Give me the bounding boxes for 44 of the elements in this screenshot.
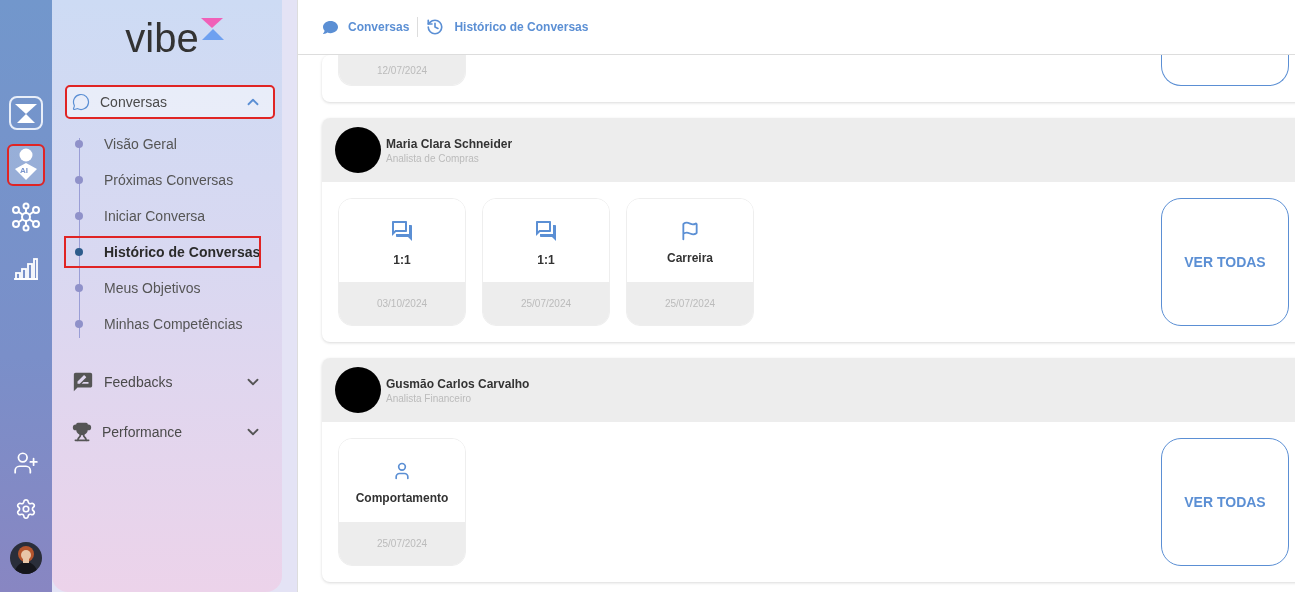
- submenu-item[interactable]: Histórico de Conversas: [104, 244, 261, 260]
- avatar: [335, 127, 381, 173]
- network-icon: [11, 202, 41, 232]
- view-all-button[interactable]: VER TODAS: [1161, 438, 1289, 566]
- add-user-icon[interactable]: [13, 450, 39, 476]
- submenu-item[interactable]: Visão Geral: [104, 136, 177, 152]
- flag-icon: [680, 220, 700, 241]
- person-name: Gusmão Carlos Carvalho: [386, 376, 530, 391]
- conversation-type: Carreira: [667, 250, 713, 265]
- submenu-item[interactable]: Meus Objetivos: [104, 280, 201, 296]
- person-icon: [392, 460, 412, 481]
- history-icon: [426, 18, 445, 36]
- menu-group-label: Feedbacks: [104, 374, 174, 390]
- conversation-type: 1:1: [393, 252, 411, 267]
- view-all-button[interactable]: VER TODAS: [1161, 198, 1289, 326]
- submenu-item[interactable]: Próximas Conversas: [104, 172, 234, 188]
- chat-icon: [72, 93, 90, 111]
- view-all-button[interactable]: [1161, 55, 1289, 86]
- conversation-type: Comportamento: [355, 490, 449, 505]
- chat-bubbles-icon: [390, 218, 414, 243]
- person-name: Maria Clara Schneider: [386, 136, 513, 151]
- menu-group-label: Performance: [102, 424, 184, 440]
- rail-item[interactable]: AI: [9, 146, 43, 184]
- logo-text: vibe: [125, 16, 199, 60]
- conversation-type: 1:1: [537, 252, 555, 267]
- bar-chart-icon: [13, 258, 39, 280]
- trophy-icon: [72, 422, 92, 442]
- settings-icon[interactable]: [15, 498, 37, 520]
- submenu-item[interactable]: Iniciar Conversa: [104, 208, 206, 224]
- menu-group[interactable]: Conversas: [66, 86, 274, 118]
- feedback-icon: [72, 371, 94, 393]
- avatar: [335, 367, 381, 413]
- submenu-item[interactable]: Minhas Competências: [104, 316, 243, 332]
- rail-item[interactable]: [9, 94, 43, 132]
- chat-icon: [323, 19, 338, 35]
- chat-bubbles-icon: [534, 218, 558, 243]
- logo-mark-icon: [200, 18, 225, 40]
- ai-badge-text: AI: [20, 166, 28, 176]
- menu-group[interactable]: Feedbacks: [66, 366, 274, 398]
- menu-group[interactable]: Performance: [66, 416, 274, 448]
- app-logo-icon: [9, 96, 43, 130]
- breadcrumb-link[interactable]: Histórico de Conversas: [426, 18, 589, 36]
- breadcrumb-link[interactable]: Conversas: [323, 19, 410, 35]
- menu-group-label: Conversas: [100, 94, 168, 110]
